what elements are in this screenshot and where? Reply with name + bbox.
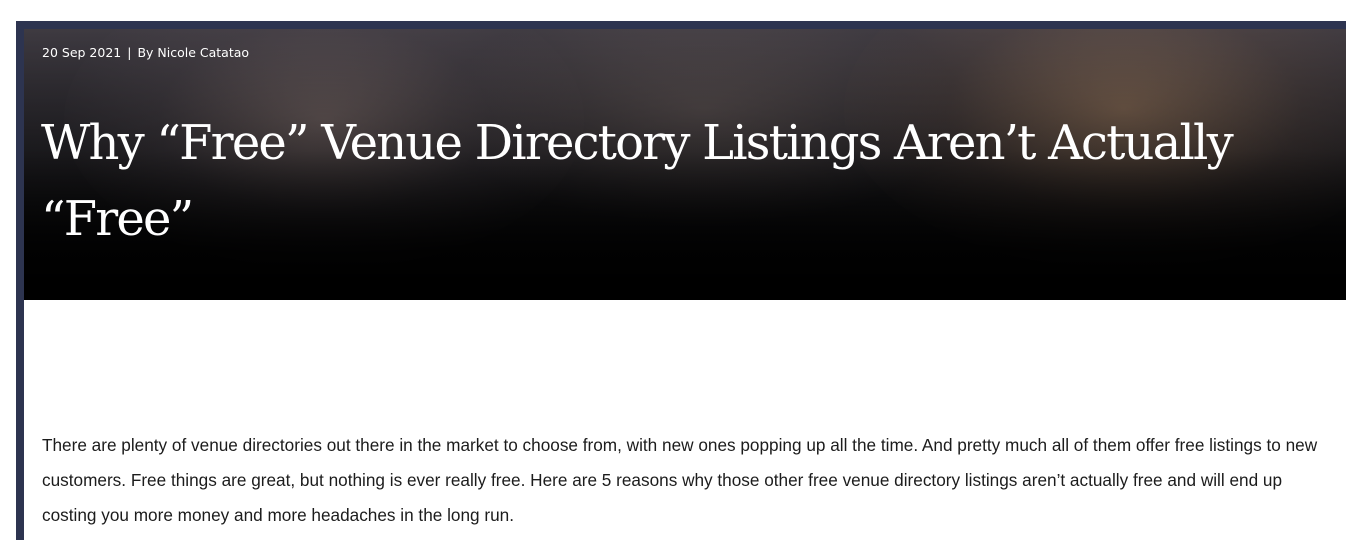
meta-separator: | bbox=[127, 45, 132, 60]
article-intro-paragraph: There are plenty of venue directories ou… bbox=[42, 435, 1318, 525]
window-top-border bbox=[16, 21, 1346, 29]
page-title: Why “Free” Venue Directory Listings Aren… bbox=[41, 115, 1234, 247]
window-left-border bbox=[16, 21, 24, 540]
article-meta: 20 Sep 2021 | By Nicole Catatao bbox=[42, 45, 249, 60]
hero-banner: 20 Sep 2021 | By Nicole Catatao Why “Free”… bbox=[24, 29, 1346, 300]
publish-date: 20 Sep 2021 bbox=[42, 45, 122, 60]
top-margin bbox=[0, 0, 1346, 21]
author-byline[interactable]: By Nicole Catatao bbox=[137, 45, 249, 60]
page: 20 Sep 2021 | By Nicole Catatao Why “Free”… bbox=[0, 0, 1346, 540]
